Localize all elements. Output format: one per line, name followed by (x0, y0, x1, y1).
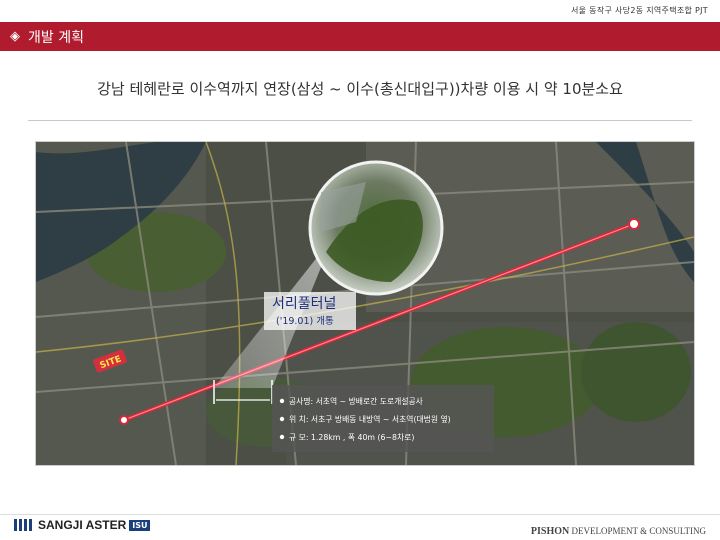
diamond-icon: ◈ (10, 29, 20, 44)
satellite-map: SITE 서리풀터널 ('19.01) 개통 공사명: 서초역 ~ 방배로간 도… (35, 141, 695, 466)
headline: 강남 테헤란로 이수역까지 연장(삼성 ~ 이수(총신대입구))차량 이용 시 … (97, 80, 623, 98)
company-name: SANGJI ASTER (38, 518, 127, 532)
route-end-marker (628, 218, 640, 230)
route-start-marker (119, 415, 129, 425)
logo-bars-icon (14, 519, 32, 531)
tunnel-name: 서리풀터널 (272, 296, 336, 312)
green-area (581, 322, 691, 422)
tunnel-open-date: ('19.01) 개통 (276, 316, 334, 327)
consult-text: DEVELOPMENT & CONSULTING (571, 526, 706, 536)
info-line: 위 치: 서초구 방배동 내방역 ~ 서초역(대법원 옆) (289, 414, 451, 424)
consulting-credit: PISHON DEVELOPMENT & CONSULTING (531, 526, 706, 537)
project-tag: 서울 동작구 사당2동 지역주택조합 PJT (571, 6, 708, 15)
sangji-aster-logo: SANGJI ASTER ISU (14, 518, 151, 532)
divider (28, 120, 692, 121)
section-title-bar: ◈ 개발 계획 (0, 22, 720, 51)
info-line: 공사명: 서초역 ~ 방배로간 도로개설공사 (289, 396, 423, 406)
consult-brand: PISHON (530, 526, 570, 537)
company-badge: ISU (129, 519, 151, 531)
section-title: 개발 계획 (28, 29, 84, 46)
info-line: 규 모: 1.28km , 폭 40m (6~8차로) (289, 433, 414, 442)
footer-divider (0, 514, 720, 515)
